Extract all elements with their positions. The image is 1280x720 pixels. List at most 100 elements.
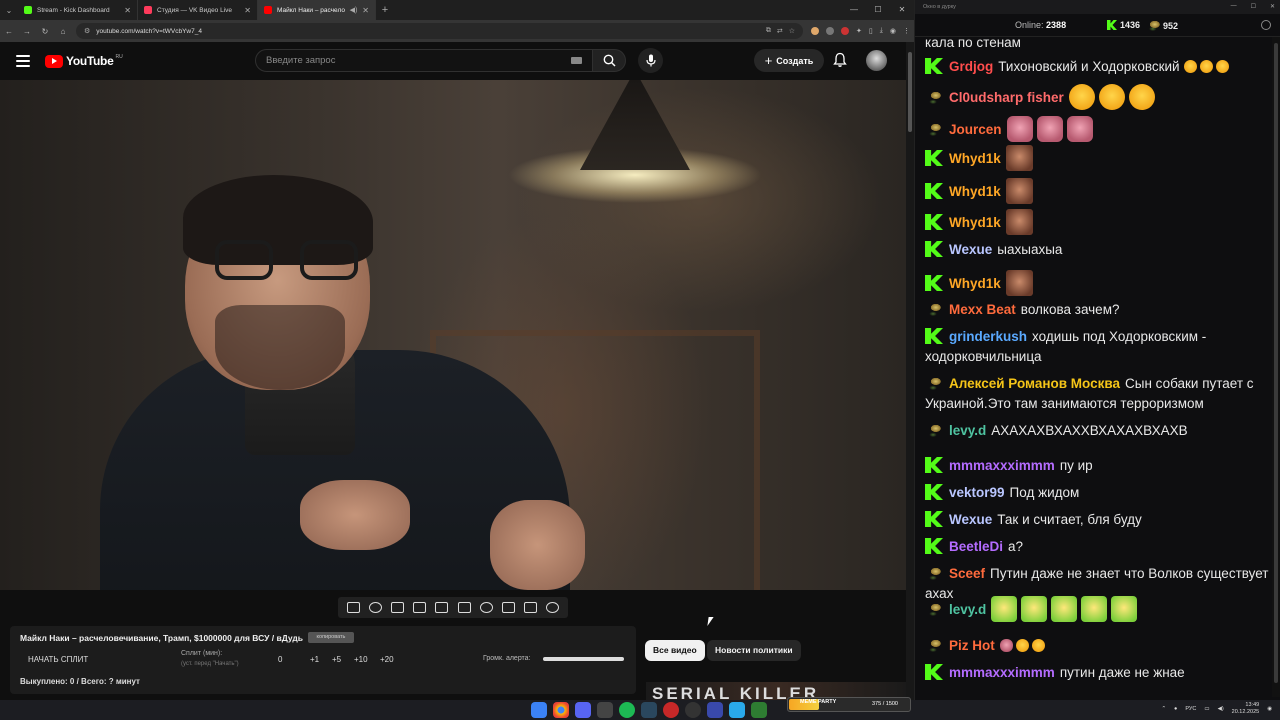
chat-username[interactable]: BeetleDi [949,539,1003,554]
keyboard-icon[interactable] [571,57,582,64]
media-player-icon[interactable] [707,702,723,718]
reload-icon[interactable]: ↻ [40,27,50,36]
eye-icon[interactable] [390,602,404,613]
chat-username[interactable]: mmmaxxximmm [949,458,1055,473]
create-button[interactable]: + Создать [754,49,824,72]
extensions-puzzle-icon[interactable]: ✦ [856,27,862,35]
tab-youtube-video[interactable]: Майкл Наки – расчелове... ◀) ✕ [258,0,376,20]
recorder-icon[interactable] [663,702,679,718]
close-window-icon[interactable]: ✕ [890,0,914,20]
download-icon[interactable]: ⤓ [880,27,883,35]
spotify-icon[interactable] [619,702,635,718]
chat-username[interactable]: mmmaxxximmm [949,665,1055,680]
minimize-icon[interactable]: — [1231,3,1237,10]
app-icon[interactable] [751,702,767,718]
alert-volume-slider[interactable] [543,657,624,661]
chat-username[interactable]: Sceef [949,566,985,581]
chat-settings-icon[interactable] [1261,20,1271,30]
tray-chevron-icon[interactable]: ⌃ [1161,706,1166,712]
chip-politics-news[interactable]: Новости политики [707,640,801,661]
chat-scrollbar[interactable] [1272,37,1280,697]
side-panel-icon[interactable]: ▯ [869,27,873,35]
theater-icon[interactable] [457,602,471,613]
translate-icon[interactable]: ⇄ [777,27,783,35]
chrome-icon[interactable] [553,702,569,718]
add-clip-icon[interactable] [501,602,515,613]
close-tab-icon[interactable]: ✕ [124,6,131,15]
menu-kebab-icon[interactable]: ⋮ [903,27,910,35]
extension-icon[interactable] [811,27,820,35]
chat-username[interactable]: Whyd1k [949,276,1001,291]
steam-icon[interactable] [641,702,657,718]
chat-username[interactable]: Wexue [949,512,992,527]
chip-all-videos[interactable]: Все видео [645,640,705,661]
obs-icon[interactable] [685,702,701,718]
chat-username[interactable]: Whyd1k [949,151,1001,166]
chat-username[interactable]: vektor99 [949,485,1005,500]
settings-gear-icon[interactable] [546,602,560,613]
loop-icon[interactable] [346,602,360,613]
chat-username[interactable]: Whyd1k [949,215,1001,230]
telegram-icon[interactable] [729,702,745,718]
extension-icon[interactable] [841,27,850,35]
forward-icon[interactable]: → [22,27,32,36]
tab-vk-studio[interactable]: Студия — VK Видео Live ✕ [138,0,258,20]
keyboard-language[interactable]: РУС [1185,706,1196,712]
split-step-button[interactable]: 0 [278,655,282,664]
chat-username[interactable]: Алексей Романов Москва [949,376,1120,391]
discord-icon[interactable] [575,702,591,718]
split-step-button[interactable]: +5 [332,655,341,664]
copy-button[interactable]: копировать [308,632,354,643]
chat-username[interactable]: levy.d [949,602,986,617]
notifications-bell-icon[interactable] [832,52,848,68]
new-tab-icon[interactable]: + [376,4,394,16]
search-input[interactable]: Введите запрос [255,49,593,72]
pip-icon[interactable] [435,602,449,613]
close-tab-icon[interactable]: ✕ [244,6,251,15]
profile-icon[interactable]: ◉ [890,27,896,35]
hamburger-menu-icon[interactable] [16,55,30,67]
tab-search-icon[interactable]: ⌄ [0,0,18,20]
chat-username[interactable]: grinderkush [949,329,1027,344]
chat-username[interactable]: Whyd1k [949,184,1001,199]
volume-icon[interactable]: ◀) [1218,706,1224,712]
minimize-icon[interactable]: — [842,0,866,20]
speed-icon[interactable] [479,602,493,613]
maximize-icon[interactable]: ☐ [1251,3,1256,10]
page-scrollbar[interactable] [906,42,914,700]
site-info-icon[interactable]: ⚙ [84,27,90,35]
back-icon[interactable]: ← [4,27,14,36]
app-icon[interactable] [597,702,613,718]
chat-username[interactable]: Jourcen [949,122,1002,137]
chat-username[interactable]: Cl0udsharp fisher [949,90,1064,105]
voice-search-button[interactable] [638,48,663,73]
extension-icon[interactable] [826,27,835,35]
maximize-icon[interactable]: ☐ [866,0,890,20]
open-in-app-icon[interactable]: ⧉ [766,27,771,35]
notifications-icon[interactable]: ◉ [1267,706,1272,712]
close-tab-icon[interactable]: ✕ [362,6,369,15]
bookmark-star-icon[interactable]: ☆ [789,27,795,35]
chat-username[interactable]: Piz Hot [949,638,995,653]
youtube-logo[interactable]: YouTube RU [45,54,123,68]
speaker-icon[interactable]: ◀) [350,6,358,14]
chat-username[interactable]: Mexx Beat [949,302,1016,317]
clock[interactable]: 13:49 20.12.2025 [1232,702,1260,716]
mic-tray-icon[interactable]: ● [1174,706,1177,712]
chat-username[interactable]: Wexue [949,242,992,257]
broadcast-icon[interactable] [368,602,382,613]
start-split-button[interactable]: НАЧАТЬ СПЛИТ [28,655,88,664]
tab-kick-dashboard[interactable]: Stream - Kick Dashboard ✕ [18,0,138,20]
network-icon[interactable]: ▭ [1204,706,1209,712]
url-field[interactable]: ⚙ youtube.com/watch?v=tWVcbYw7_4 ⧉ ⇄ ☆ [76,23,804,39]
split-step-button[interactable]: +20 [380,655,394,664]
avatar[interactable] [866,50,887,71]
close-window-icon[interactable]: ✕ [1270,3,1275,10]
split-step-button[interactable]: +1 [310,655,319,664]
split-step-button[interactable]: +10 [354,655,368,664]
chat-username[interactable]: Grdjog [949,59,993,74]
clapper-icon[interactable] [413,602,427,613]
windows-start-icon[interactable] [531,702,547,718]
home-icon[interactable]: ⌂ [58,27,68,36]
video-player[interactable] [0,80,906,590]
